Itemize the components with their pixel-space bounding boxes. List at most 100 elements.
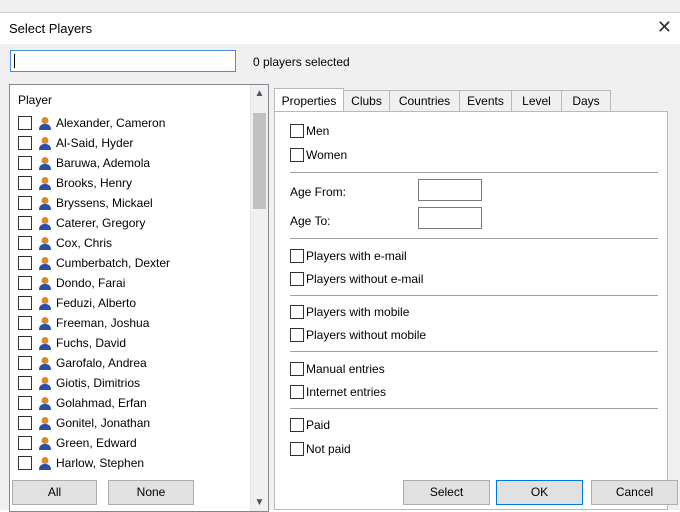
person-icon <box>39 277 51 290</box>
scroll-down-icon[interactable]: ▼ <box>251 494 268 511</box>
age-to-input[interactable] <box>418 207 482 229</box>
player-checkbox[interactable] <box>18 376 32 390</box>
title-bar: Select Players ✕ <box>0 12 680 45</box>
player-row[interactable]: Garofalo, Andrea <box>18 353 248 373</box>
player-row[interactable]: Giotis, Dimitrios <box>18 373 248 393</box>
player-checkbox[interactable] <box>18 196 32 210</box>
checkbox-box[interactable] <box>290 124 304 138</box>
player-row[interactable]: Gonitel, Jonathan <box>18 413 248 433</box>
tab-countries[interactable]: Countries <box>389 90 460 111</box>
manual-entries-label: Manual entries <box>306 362 385 376</box>
person-icon <box>39 177 51 190</box>
player-row[interactable]: Cumberbatch, Dexter <box>18 253 248 273</box>
paid-label: Paid <box>306 418 331 432</box>
player-name: Giotis, Dimitrios <box>56 376 141 390</box>
age-from-input[interactable] <box>418 179 482 201</box>
tab-level[interactable]: Level <box>511 90 562 111</box>
person-icon <box>39 437 51 450</box>
close-icon[interactable]: ✕ <box>657 17 672 37</box>
player-row[interactable]: Golahmad, Erfan <box>18 393 248 413</box>
player-row[interactable]: Dondo, Farai <box>18 273 248 293</box>
tab-days[interactable]: Days <box>561 90 611 111</box>
scroll-up-icon[interactable]: ▲ <box>251 85 268 102</box>
players-without-email-checkbox[interactable]: Players without e-mail <box>290 272 423 286</box>
player-checkbox[interactable] <box>18 416 32 430</box>
player-list[interactable]: Player Alexander, Cameron Al-Said, Hyder B… <box>9 84 269 512</box>
player-checkbox[interactable] <box>18 436 32 450</box>
all-button[interactable]: All <box>12 480 97 505</box>
without-mobile-label: Players without mobile <box>306 328 427 342</box>
player-row[interactable]: Al-Said, Hyder <box>18 133 248 153</box>
checkbox-box[interactable] <box>290 249 304 263</box>
manual-entries-checkbox[interactable]: Manual entries <box>290 362 385 376</box>
checkbox-box[interactable] <box>290 272 304 286</box>
player-row[interactable]: Alexander, Cameron <box>18 113 248 133</box>
players-with-mobile-checkbox[interactable]: Players with mobile <box>290 305 409 319</box>
men-checkbox[interactable]: Men <box>290 124 329 138</box>
player-row[interactable]: Freeman, Joshua <box>18 313 248 333</box>
tab-properties[interactable]: Properties <box>274 88 344 111</box>
player-row[interactable]: Harlow, Stephen <box>18 453 248 473</box>
scroll-thumb[interactable] <box>253 113 266 209</box>
player-search-input[interactable] <box>10 50 236 72</box>
checkbox-box[interactable] <box>290 385 304 399</box>
select-button[interactable]: Select <box>403 480 490 505</box>
player-row[interactable]: Bryssens, Mickael <box>18 193 248 213</box>
player-row[interactable]: Baruwa, Ademola <box>18 153 248 173</box>
checkbox-box[interactable] <box>290 418 304 432</box>
person-icon <box>39 397 51 410</box>
player-row[interactable]: Feduzi, Alberto <box>18 293 248 313</box>
player-row[interactable]: Green, Edward <box>18 433 248 453</box>
person-icon <box>39 237 51 250</box>
checkbox-box[interactable] <box>290 148 304 162</box>
tab-events[interactable]: Events <box>459 90 512 111</box>
player-list-scrollbar[interactable]: ▲ ▼ <box>250 85 268 511</box>
checkbox-box[interactable] <box>290 305 304 319</box>
divider <box>290 351 658 352</box>
player-checkbox[interactable] <box>18 136 32 150</box>
none-button[interactable]: None <box>108 480 194 505</box>
player-checkbox[interactable] <box>18 396 32 410</box>
player-checkbox[interactable] <box>18 156 32 170</box>
player-checkbox[interactable] <box>18 216 32 230</box>
player-name: Bryssens, Mickael <box>56 196 153 210</box>
paid-checkbox[interactable]: Paid <box>290 418 330 432</box>
player-checkbox[interactable] <box>18 356 32 370</box>
divider <box>290 295 658 296</box>
player-checkbox[interactable] <box>18 316 32 330</box>
player-checkbox[interactable] <box>18 116 32 130</box>
player-checkbox[interactable] <box>18 296 32 310</box>
selection-count: 0 players selected <box>253 55 350 69</box>
player-checkbox[interactable] <box>18 336 32 350</box>
text-caret <box>14 54 15 68</box>
players-with-email-checkbox[interactable]: Players with e-mail <box>290 249 407 263</box>
checkbox-box[interactable] <box>290 362 304 376</box>
internet-entries-checkbox[interactable]: Internet entries <box>290 385 386 399</box>
person-icon <box>39 217 51 230</box>
player-checkbox[interactable] <box>18 456 32 470</box>
player-name: Golahmad, Erfan <box>56 396 147 410</box>
player-checkbox[interactable] <box>18 256 32 270</box>
player-checkbox[interactable] <box>18 236 32 250</box>
player-name: Garofalo, Andrea <box>56 356 147 370</box>
cancel-button[interactable]: Cancel <box>591 480 678 505</box>
checkbox-box[interactable] <box>290 442 304 456</box>
player-name: Baruwa, Ademola <box>56 156 151 170</box>
player-row[interactable]: Caterer, Gregory <box>18 213 248 233</box>
women-checkbox[interactable]: Women <box>290 148 347 162</box>
player-checkbox[interactable] <box>18 276 32 290</box>
player-column-header: Player <box>18 93 53 107</box>
player-row[interactable]: Brooks, Henry <box>18 173 248 193</box>
not-paid-checkbox[interactable]: Not paid <box>290 442 351 456</box>
player-row[interactable]: Fuchs, David <box>18 333 248 353</box>
tab-clubs[interactable]: Clubs <box>343 90 390 111</box>
ok-button[interactable]: OK <box>496 480 583 505</box>
person-icon <box>39 117 51 130</box>
person-icon <box>39 137 51 150</box>
player-row[interactable]: Cox, Chris <box>18 233 248 253</box>
player-name: Dondo, Farai <box>56 276 126 290</box>
player-checkbox[interactable] <box>18 176 32 190</box>
age-to-label: Age To: <box>290 214 331 228</box>
players-without-mobile-checkbox[interactable]: Players without mobile <box>290 328 426 342</box>
checkbox-box[interactable] <box>290 328 304 342</box>
